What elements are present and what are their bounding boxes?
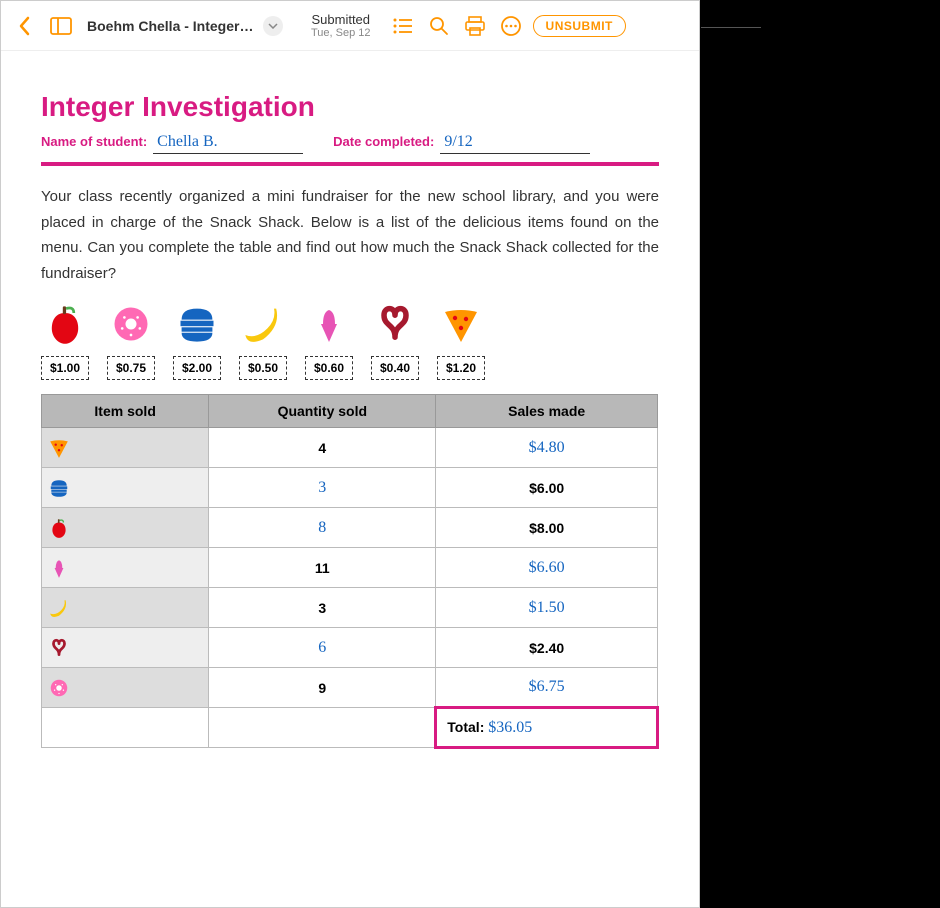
- food-icons-row: [41, 300, 659, 348]
- price-box: $0.75: [107, 356, 155, 380]
- back-button[interactable]: [11, 12, 39, 40]
- worksheet-page: Integer Investigation Name of student: C…: [1, 51, 699, 769]
- item-cell: [42, 468, 209, 508]
- unsubmit-button[interactable]: UNSUBMIT: [533, 15, 626, 37]
- body-text: Your class recently organized a mini fun…: [41, 184, 659, 286]
- doc-title-block[interactable]: Boehm Chella - Integers I...: [87, 16, 283, 36]
- qty-cell: 3: [209, 588, 436, 628]
- item-cell: [42, 548, 209, 588]
- name-value: Chella B.: [153, 133, 303, 154]
- status-sub: Tue, Sep 12: [311, 27, 371, 39]
- price-box: $1.00: [41, 356, 89, 380]
- pretzel-icon: [371, 300, 419, 348]
- status-block: Submitted Tue, Sep 12: [311, 12, 371, 39]
- item-cell: [42, 628, 209, 668]
- title-dropdown[interactable]: [263, 16, 283, 36]
- apple-icon: [41, 300, 89, 348]
- sales-table: Item sold Quantity sold Sales made 4$4.8…: [41, 394, 659, 749]
- price-box: $0.50: [239, 356, 287, 380]
- more-button[interactable]: [497, 12, 525, 40]
- qty-cell: 11: [209, 548, 436, 588]
- sales-cell: $6.60: [436, 548, 658, 588]
- sales-cell: $2.40: [436, 628, 658, 668]
- total-value: $36.05: [488, 719, 532, 736]
- chevron-down-icon: [268, 23, 278, 29]
- banana-icon: [239, 300, 287, 348]
- item-cell: [42, 508, 209, 548]
- chevron-left-icon: [18, 16, 32, 36]
- burger-icon: [173, 300, 221, 348]
- col-sales: Sales made: [436, 395, 658, 428]
- empty-cell: [209, 708, 436, 748]
- sidebar-toggle-button[interactable]: [47, 12, 75, 40]
- toolbar: Boehm Chella - Integers I... Submitted T…: [1, 1, 699, 51]
- more-icon: [500, 15, 522, 37]
- qty-cell: 6: [209, 628, 436, 668]
- total-cell: Total: $36.05: [436, 708, 658, 748]
- sidebar-icon: [50, 17, 72, 35]
- printer-icon: [464, 16, 486, 36]
- qty-cell: 4: [209, 428, 436, 468]
- empty-cell: [42, 708, 209, 748]
- qty-cell: 9: [209, 668, 436, 708]
- col-qty: Quantity sold: [209, 395, 436, 428]
- doc-title: Boehm Chella - Integers I...: [87, 18, 257, 34]
- name-field: Name of student: Chella B.: [41, 133, 303, 154]
- date-label: Date completed:: [333, 134, 434, 149]
- rule: [41, 162, 659, 166]
- price-box: $2.00: [173, 356, 221, 380]
- price-box: $0.40: [371, 356, 419, 380]
- icecream-icon: [305, 300, 353, 348]
- price-row: $1.00 $0.75 $2.00 $0.50 $0.60 $0.40 $1.2…: [41, 356, 659, 380]
- sales-cell: $8.00: [436, 508, 658, 548]
- qty-cell: 3: [209, 468, 436, 508]
- item-cell: [42, 668, 209, 708]
- qty-cell: 8: [209, 508, 436, 548]
- sales-cell: $1.50: [436, 588, 658, 628]
- item-cell: [42, 588, 209, 628]
- pizza-icon: [437, 300, 485, 348]
- name-label: Name of student:: [41, 134, 147, 149]
- page-title: Integer Investigation: [41, 91, 659, 123]
- item-cell: [42, 428, 209, 468]
- price-box: $0.60: [305, 356, 353, 380]
- date-value: 9/12: [440, 133, 590, 154]
- meta-row: Name of student: Chella B. Date complete…: [41, 133, 659, 154]
- search-icon: [429, 16, 449, 36]
- total-label: Total:: [447, 719, 484, 735]
- sales-cell: $4.80: [436, 428, 658, 468]
- donut-icon: [107, 300, 155, 348]
- sales-cell: $6.00: [436, 468, 658, 508]
- callout-line: [701, 27, 761, 28]
- status-main: Submitted: [311, 12, 371, 27]
- toc-button[interactable]: [389, 12, 417, 40]
- print-button[interactable]: [461, 12, 489, 40]
- sales-cell: $6.75: [436, 668, 658, 708]
- list-icon: [393, 18, 413, 34]
- price-box: $1.20: [437, 356, 485, 380]
- col-item: Item sold: [42, 395, 209, 428]
- search-button[interactable]: [425, 12, 453, 40]
- date-field: Date completed: 9/12: [333, 133, 590, 154]
